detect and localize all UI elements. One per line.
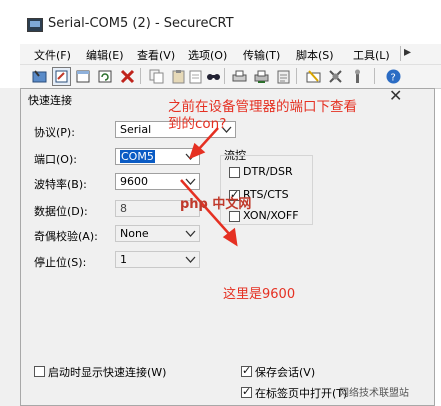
php-watermark: php 中文网 <box>180 197 252 212</box>
annotation-note: 这里是9600 <box>223 287 296 302</box>
corner-watermark: 网络技术联盟站 <box>339 388 409 399</box>
annotation-line2: 到的con? <box>168 116 227 132</box>
